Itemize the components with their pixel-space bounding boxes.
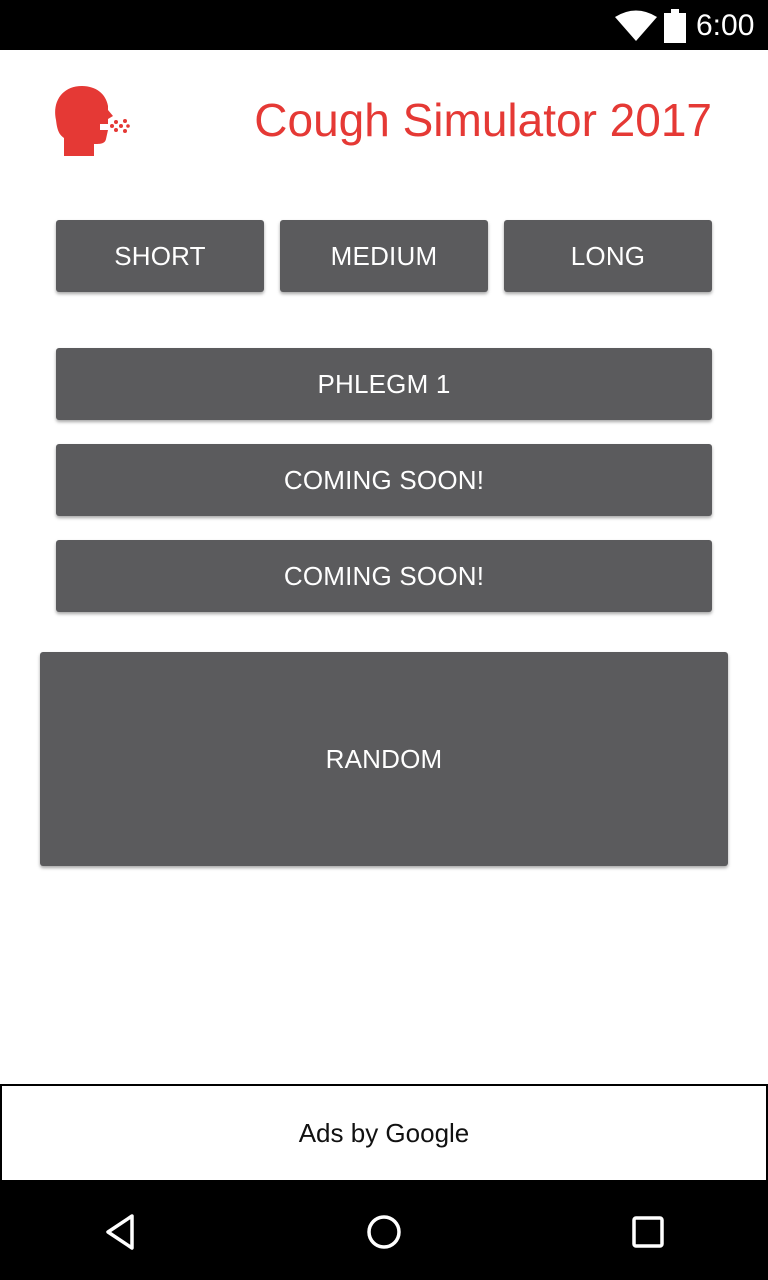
wifi-icon — [615, 10, 657, 41]
coughing-head-icon — [55, 86, 130, 156]
status-bar: 6:00 — [0, 0, 768, 50]
battery-icon — [664, 9, 686, 43]
coming-soon-button-2[interactable]: COMING SOON! — [56, 540, 712, 612]
back-icon — [106, 1214, 134, 1250]
home-button[interactable] — [358, 1206, 410, 1258]
status-clock: 6:00 — [696, 9, 755, 42]
phlegm-1-button[interactable]: PHLEGM 1 — [56, 348, 712, 420]
app-title: Cough Simulator 2017 — [254, 94, 712, 146]
recent-apps-button[interactable] — [622, 1206, 674, 1258]
back-button[interactable] — [94, 1206, 146, 1258]
coming-soon-button-1[interactable]: COMING SOON! — [56, 444, 712, 516]
short-cough-button[interactable]: SHORT — [56, 220, 264, 292]
recent-apps-icon — [632, 1216, 664, 1248]
ad-banner[interactable]: Ads by Google — [0, 1084, 768, 1182]
medium-cough-button[interactable]: MEDIUM — [280, 220, 488, 292]
ad-label: Ads by Google — [298, 1117, 470, 1148]
home-icon — [367, 1215, 401, 1249]
long-cough-button[interactable]: LONG — [504, 220, 712, 292]
navigation-bar — [0, 1182, 768, 1280]
random-cough-button[interactable]: RANDOM — [40, 652, 728, 866]
